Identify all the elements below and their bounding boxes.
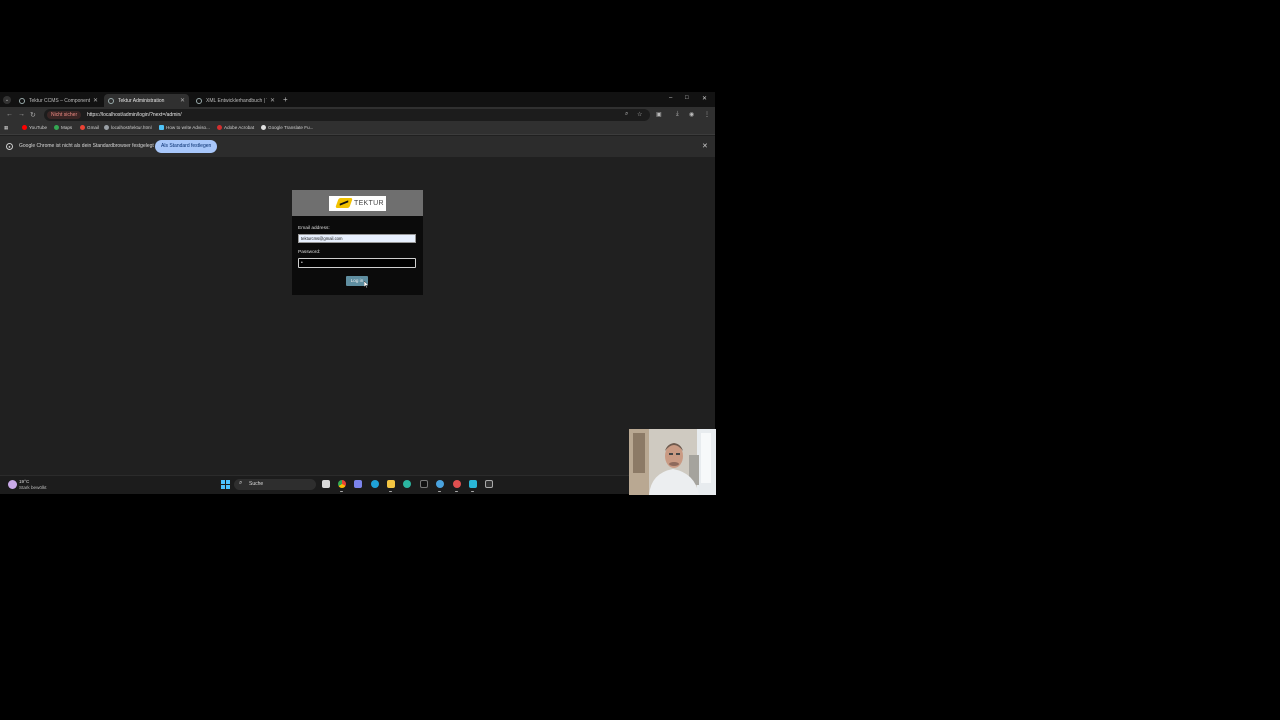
taskbar-search[interactable]: ⌕ Suche (234, 479, 316, 490)
maximize-button[interactable]: □ (685, 95, 689, 101)
github-icon (261, 125, 266, 130)
active-indicator (471, 491, 474, 492)
bookmark-localhost[interactable]: localhost/tektur.html (104, 125, 152, 130)
apps-icon[interactable]: ▦ (4, 125, 8, 131)
password-field[interactable]: • (298, 258, 416, 268)
menu-icon[interactable]: ⋮ (704, 111, 710, 118)
console-icon[interactable] (485, 480, 493, 488)
copilot-icon[interactable] (403, 480, 411, 488)
download-icon[interactable]: ⤓ (676, 111, 679, 118)
globe-icon (104, 125, 109, 130)
back-arrow-icon[interactable]: ← (6, 111, 13, 118)
browser-toolbar: ← → ↻ Nicht sicher https://localhost/adm… (0, 107, 715, 123)
active-indicator (455, 491, 458, 492)
chrome-icon: ● (6, 143, 13, 150)
tab-title: XML Entwicklerhandbuch | Tekt (206, 97, 267, 104)
weather-description: Stark bewölkt (19, 485, 47, 490)
reload-icon[interactable]: ↻ (30, 111, 36, 119)
mouse-cursor-icon (364, 281, 369, 288)
zoom-icon[interactable]: ⌕ (625, 111, 628, 118)
tab-search-button[interactable]: ⌄ (3, 96, 11, 104)
not-secure-badge[interactable]: Nicht sicher (47, 111, 82, 119)
page-icon (159, 125, 164, 130)
globe-icon (108, 97, 114, 104)
browser-window: ⌄ Tektur CCMS – Component Co ✕ Tektur Ad… (0, 92, 715, 494)
folder-icon[interactable] (387, 480, 395, 488)
globe-icon (196, 97, 202, 104)
logo-mark-icon (335, 198, 353, 208)
youtube-icon (22, 125, 27, 130)
app-icon[interactable] (453, 480, 461, 488)
tab-xml-handbuch[interactable]: XML Entwicklerhandbuch | Tekt ✕ (192, 94, 279, 107)
logo-text: TEKTUR (354, 200, 384, 207)
forward-arrow-icon[interactable]: → (18, 111, 25, 118)
active-indicator (340, 491, 343, 492)
email-field[interactable]: tekturcms@gmail.com (298, 234, 416, 243)
star-icon[interactable]: ☆ (637, 111, 642, 118)
notepad-icon[interactable] (469, 480, 477, 488)
tektur-logo: TEKTUR (329, 196, 386, 211)
bookmark-gmail[interactable]: Gmail (80, 125, 99, 130)
close-icon[interactable]: ✕ (702, 142, 708, 150)
tab-tektur-administration[interactable]: Tektur Administration ✕ (104, 94, 189, 107)
teams-icon[interactable] (354, 480, 362, 488)
tab-title: Tektur Administration (118, 97, 165, 104)
globe-icon (19, 97, 25, 104)
chrome-icon[interactable] (338, 480, 346, 488)
bookmark-acrobat[interactable]: Adobe Acrobat (217, 125, 254, 130)
tab-title: Tektur CCMS – Component Co (29, 97, 90, 104)
tab-bar: ⌄ Tektur CCMS – Component Co ✕ Tektur Ad… (0, 92, 715, 107)
windows-taskbar: 19°C Stark bewölkt ⌕ Suche (0, 475, 715, 494)
login-header: TEKTUR (292, 190, 423, 216)
acrobat-icon (217, 125, 222, 130)
close-tab-icon[interactable]: ✕ (180, 97, 185, 104)
bookmark-advisory[interactable]: How to write Adviso... (159, 125, 210, 130)
default-browser-infobar: ● Google Chrome ist nicht als dein Stand… (0, 136, 715, 157)
edge-icon[interactable] (371, 480, 379, 488)
weather-temperature: 19°C (19, 479, 30, 484)
address-bar[interactable]: Nicht sicher https://localhost/admin/log… (44, 109, 650, 121)
search-placeholder: Suche (249, 481, 264, 487)
extensions-icon[interactable]: ▣ (656, 111, 662, 118)
bookmarks-bar: ▦ YouTube Maps Gmail localhost/tektur.ht… (0, 123, 715, 135)
close-tab-icon[interactable]: ✕ (93, 97, 98, 104)
bookmark-youtube[interactable]: YouTube (22, 125, 47, 130)
active-indicator (389, 491, 392, 492)
search-icon: ⌕ (239, 480, 243, 486)
password-label: Password: (298, 250, 321, 255)
url-text[interactable]: https://localhost/admin/login/?next=/adm… (87, 111, 182, 119)
task-view-icon[interactable] (322, 480, 330, 488)
new-tab-button[interactable]: + (283, 95, 288, 104)
terminal-icon[interactable] (420, 480, 428, 488)
email-label: Email address: (298, 226, 330, 231)
profile-icon[interactable]: ◉ (689, 111, 694, 118)
windows-start-icon[interactable] (221, 480, 230, 489)
bookmark-maps[interactable]: Maps (54, 125, 72, 130)
maps-icon (54, 125, 59, 130)
minimize-button[interactable]: – (669, 95, 672, 101)
browser-icon[interactable] (436, 480, 444, 488)
active-indicator (438, 491, 441, 492)
gmail-icon (80, 125, 85, 130)
weather-icon[interactable] (8, 480, 17, 489)
webcam-overlay (629, 429, 716, 495)
login-card: TEKTUR Email address: tekturcms@gmail.co… (292, 190, 423, 295)
tab-tektur-ccms[interactable]: Tektur CCMS – Component Co ✕ (15, 94, 102, 107)
set-default-button[interactable]: Als Standard festlegen (155, 140, 218, 153)
close-window-button[interactable]: ✕ (702, 95, 707, 102)
bookmark-google-translate[interactable]: Google Translate Fu... (261, 125, 313, 130)
close-tab-icon[interactable]: ✕ (270, 97, 275, 104)
infobar-message: Google Chrome ist nicht als dein Standar… (19, 143, 154, 149)
